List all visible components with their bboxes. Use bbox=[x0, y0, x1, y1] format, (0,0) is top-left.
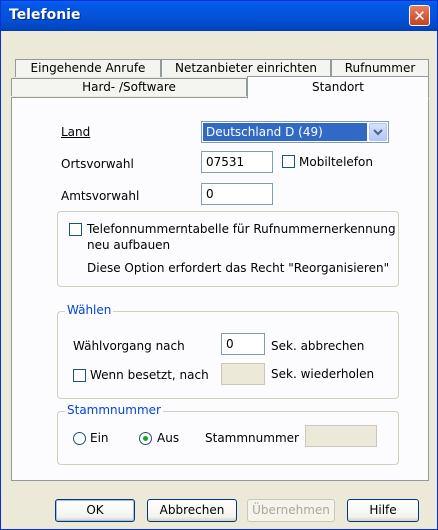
mobile-checkbox[interactable] bbox=[282, 155, 295, 168]
tab-label: Hard- /Software bbox=[82, 80, 176, 94]
tab-hard-software[interactable]: Hard- /Software bbox=[11, 78, 247, 96]
area-code-label: Ortsvorwahl bbox=[61, 157, 134, 171]
trunk-number-label: Stammnummer bbox=[205, 431, 299, 445]
outside-line-field[interactable]: 0 bbox=[201, 183, 273, 205]
apply-button[interactable]: Übernehmen bbox=[247, 499, 335, 522]
abort-seconds-field[interactable]: 0 bbox=[221, 333, 265, 355]
country-value: Deutschland D (49) bbox=[203, 123, 367, 141]
cancel-button[interactable]: Abbrechen bbox=[147, 499, 237, 522]
dialing-group bbox=[57, 311, 399, 399]
busy-retry-checkbox[interactable] bbox=[73, 369, 86, 382]
trunk-off-radio[interactable] bbox=[139, 432, 152, 445]
tab-label: Rufnummer bbox=[344, 61, 416, 75]
abort-label: Wählvorgang nach bbox=[73, 339, 185, 353]
tab-netzanbieter-einrichten[interactable]: Netzanbieter einrichten bbox=[161, 59, 331, 77]
telefonie-dialog: Telefonie ✕ Eingehende Anrufe Netzanbiet… bbox=[0, 0, 438, 530]
trunk-off-label: Aus bbox=[157, 431, 180, 445]
tab-label: Eingehende Anrufe bbox=[30, 61, 146, 75]
trunk-legend: Stammnummer bbox=[65, 403, 163, 417]
tab-label: Netzanbieter einrichten bbox=[175, 61, 317, 75]
chevron-down-icon[interactable] bbox=[369, 123, 387, 141]
busy-label: Wenn besetzt, nach bbox=[90, 368, 209, 382]
busy-suffix: Sek. wiederholen bbox=[271, 367, 375, 381]
rebuild-label-line2: neu aufbauen bbox=[87, 238, 171, 252]
country-select[interactable]: Deutschland D (49) bbox=[201, 121, 389, 143]
rebuild-label-line1: Telefonnummerntabelle für Rufnummernerke… bbox=[87, 222, 396, 236]
rebuild-checkbox[interactable] bbox=[69, 223, 82, 236]
trunk-on-radio[interactable] bbox=[73, 432, 86, 445]
title-bar[interactable]: Telefonie ✕ bbox=[1, 1, 437, 31]
tab-eingehende-anrufe[interactable]: Eingehende Anrufe bbox=[15, 59, 161, 77]
tab-label: Standort bbox=[312, 80, 364, 94]
tab-standort[interactable]: Standort bbox=[247, 76, 429, 99]
outside-line-label: Amtsvorwahl bbox=[61, 189, 140, 203]
rebuild-note: Diese Option erfordert das Recht "Reorga… bbox=[87, 261, 390, 275]
ok-button[interactable]: OK bbox=[55, 499, 135, 522]
tab-rufnummer[interactable]: Rufnummer bbox=[331, 59, 429, 77]
help-button[interactable]: Hilfe bbox=[347, 499, 419, 522]
busy-seconds-field[interactable] bbox=[221, 363, 265, 385]
area-code-field[interactable]: 07531 bbox=[201, 151, 273, 173]
country-label: Land bbox=[61, 125, 91, 139]
mobile-label: Mobiltelefon bbox=[299, 155, 373, 169]
dialing-legend: Wählen bbox=[65, 303, 114, 317]
window-title: Telefonie bbox=[9, 7, 81, 23]
radio-selected-dot bbox=[143, 436, 148, 441]
trunk-number-field[interactable] bbox=[305, 425, 377, 447]
close-icon[interactable]: ✕ bbox=[409, 5, 430, 26]
trunk-on-label: Ein bbox=[90, 431, 109, 445]
abort-suffix: Sek. abbrechen bbox=[271, 339, 365, 353]
